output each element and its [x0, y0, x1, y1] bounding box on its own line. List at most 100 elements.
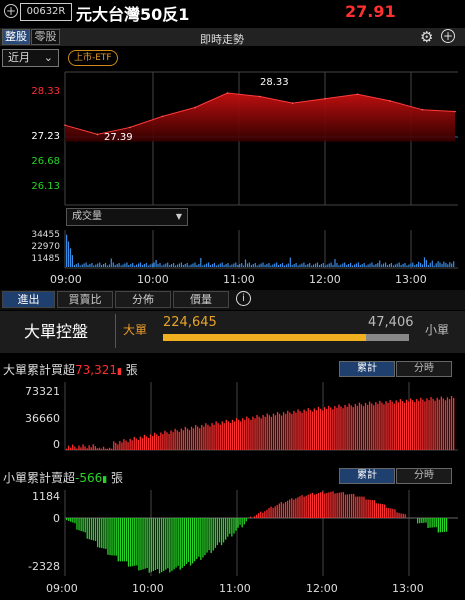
- small-acc-bar: [361, 496, 363, 518]
- volume-bar: [429, 262, 431, 267]
- tab-price-volume[interactable]: 價量: [173, 291, 229, 308]
- volume-bar: [373, 265, 375, 267]
- small-acc-toggle-cumulative[interactable]: 累計: [339, 468, 395, 484]
- big-acc-bar: [217, 423, 219, 450]
- small-acc-bar: [367, 499, 369, 518]
- indicator-select[interactable]: 成交量 ▼: [66, 208, 188, 226]
- volume-bar: [237, 265, 239, 267]
- big-acc-bar: [96, 448, 98, 450]
- big-acc-bar: [338, 404, 340, 450]
- small-acc-bar: [355, 496, 357, 518]
- big-acc-bar: [303, 409, 305, 450]
- big-acc-bar: [256, 415, 258, 450]
- volume-bar: [211, 264, 214, 267]
- big-acc-bar: [270, 416, 272, 450]
- big-acc-toggle-intraday[interactable]: 分時: [396, 361, 452, 377]
- small-acc-bar: [295, 498, 297, 518]
- tab-buy-sell-ratio[interactable]: 買賣比: [57, 291, 113, 308]
- big-acc-bar: [139, 436, 141, 450]
- small-acc-bar: [117, 518, 119, 562]
- small-acc-bar: [115, 518, 117, 556]
- volume-bar: [122, 264, 124, 267]
- small-acc-bar: [311, 492, 313, 518]
- big-acc-bar: [342, 408, 344, 450]
- big-acc-bar: [76, 448, 78, 450]
- price-point: [96, 133, 99, 136]
- big-acc-bar: [227, 421, 229, 450]
- big-acc-bar: [121, 442, 123, 450]
- big-acc-bar: [301, 412, 303, 450]
- big-acc-bar: [367, 404, 369, 450]
- big-acc-bar: [297, 409, 299, 450]
- small-acc-bar: [86, 518, 88, 539]
- volume-bar: [350, 263, 352, 267]
- small-acc-title: 小單累計賣超-566▮ 張: [3, 469, 123, 486]
- big-acc-bar: [166, 432, 168, 450]
- tab-in-out[interactable]: 進出: [2, 291, 55, 308]
- small-acc-bar: [317, 493, 320, 518]
- big-acc-bar: [258, 416, 260, 450]
- volume-bar: [209, 265, 212, 267]
- volume-bar: [101, 265, 103, 267]
- volume-bar: [262, 262, 264, 267]
- small-acc-bar: [386, 507, 388, 518]
- volume-bar: [106, 265, 108, 267]
- small-acc-bar: [66, 518, 68, 521]
- arrow-down-icon: ▮: [102, 475, 108, 485]
- volume-bar: [184, 264, 186, 267]
- volume-bar: [112, 262, 114, 267]
- big-acc-bar: [422, 399, 424, 450]
- volume-bar: [235, 262, 237, 267]
- volume-bar: [369, 263, 371, 267]
- volume-bar: [188, 265, 190, 267]
- big-acc-bar: [86, 448, 88, 450]
- volume-bar: [104, 263, 107, 267]
- volume-bar: [453, 261, 455, 267]
- small-acc-bar: [365, 499, 367, 518]
- small-acc-bar: [231, 518, 233, 537]
- volume-bar: [377, 263, 379, 267]
- big-acc-bar: [360, 404, 363, 450]
- volume-bar: [427, 265, 429, 267]
- small-acc-bar: [445, 518, 448, 532]
- small-acc-bar: [398, 512, 400, 518]
- big-acc-toggle-cumulative[interactable]: 累計: [339, 361, 395, 377]
- small-acc-bar: [146, 518, 148, 568]
- big-acc-bar: [199, 428, 201, 450]
- small-acc-bar: [167, 518, 169, 569]
- big-acc-bar: [344, 405, 346, 450]
- volume-bar: [346, 265, 348, 267]
- big-acc-bar: [221, 421, 223, 450]
- info-icon[interactable]: i: [236, 291, 251, 306]
- big-acc-bar: [336, 407, 338, 450]
- x2-tick-1000: 10:00: [132, 582, 164, 595]
- volume-bar: [324, 265, 326, 267]
- small-acc-bar: [175, 518, 177, 568]
- big-acc-bar: [350, 405, 352, 450]
- volume-bar: [128, 265, 130, 267]
- tab-distribution[interactable]: 分佈: [115, 291, 171, 308]
- volume-bar: [95, 264, 97, 267]
- volume-bar: [77, 263, 79, 267]
- big-acc-bar: [373, 405, 375, 450]
- small-acc-bar: [156, 518, 159, 569]
- small-acc-bar: [154, 518, 157, 570]
- big-acc-bar: [113, 441, 115, 450]
- small-acc-bar: [256, 514, 258, 518]
- small-acc-toggle-intraday[interactable]: 分時: [396, 468, 452, 484]
- price-point: [226, 92, 229, 94]
- big-order-label: 大單: [123, 323, 148, 337]
- volume-bar: [276, 262, 278, 267]
- volume-bar: [110, 258, 112, 267]
- big-acc-bar: [356, 405, 358, 450]
- big-acc-bar: [92, 444, 94, 450]
- volume-bar: [221, 262, 223, 267]
- volume-bar: [278, 265, 280, 267]
- volume-bar: [449, 262, 451, 267]
- price-point: [259, 95, 261, 98]
- volume-bar: [307, 264, 309, 267]
- big-acc-bar: [442, 398, 444, 450]
- volume-bar: [433, 265, 435, 267]
- small-acc-bar: [437, 518, 439, 533]
- big-acc-bar: [244, 419, 246, 450]
